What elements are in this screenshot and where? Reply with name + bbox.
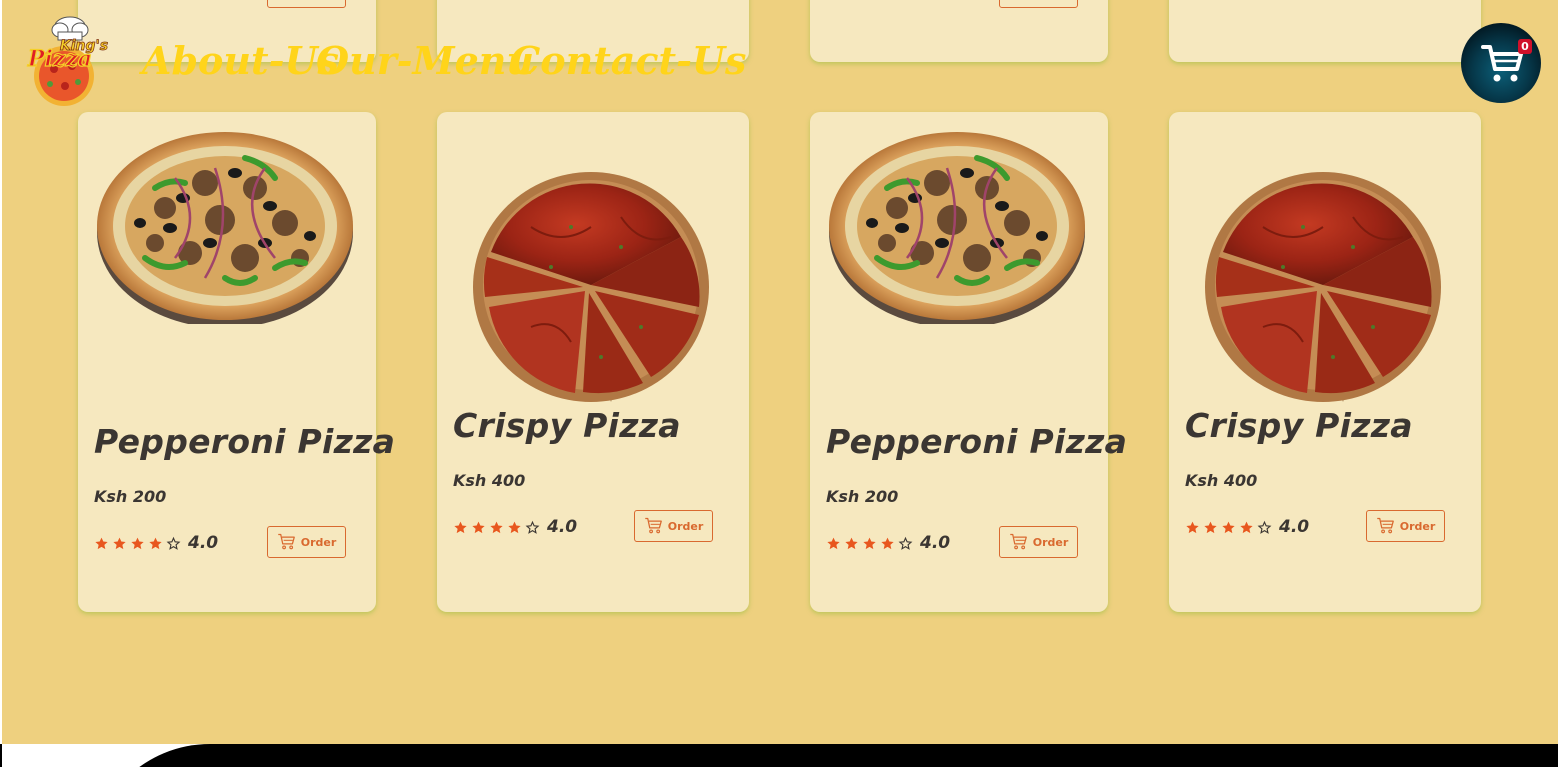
- footer-curve: [2, 744, 490, 767]
- star-filled-icon: [1221, 520, 1236, 535]
- order-button[interactable]: Order: [999, 526, 1078, 558]
- crispy-pizza-image: [471, 156, 711, 408]
- product-card: Pepperoni Pizza Ksh 200 4.0 Order: [810, 112, 1127, 612]
- order-button-label: Order: [1399, 519, 1436, 533]
- star-filled-icon: [148, 536, 163, 551]
- crispy-pizza-image: [1203, 156, 1443, 408]
- pepperoni-pizza-image: [826, 128, 1088, 328]
- star-filled-icon: [826, 536, 841, 551]
- product-card: Pepperoni Pizza Ksh 200 4.0 Order: [78, 112, 395, 612]
- order-button[interactable]: Order: [634, 510, 713, 542]
- star-filled-icon: [94, 536, 109, 551]
- cart-icon: [644, 516, 664, 536]
- nav-link-about-us[interactable]: About-Us: [142, 38, 339, 83]
- star-filled-icon: [844, 536, 859, 551]
- footer: [0, 744, 1558, 767]
- product-price: Ksh 400: [453, 471, 526, 490]
- svg-text:Pizza: Pizza: [27, 46, 92, 72]
- rating-value: 4.0: [188, 533, 219, 553]
- star-filled-icon: [862, 536, 877, 551]
- star-empty-icon: [898, 536, 913, 551]
- star-filled-icon: [1185, 520, 1200, 535]
- product-card-partial: [1169, 0, 1481, 62]
- star-filled-icon: [880, 536, 895, 551]
- product-card: Crispy Pizza Ksh 400 4.0 Order: [1169, 112, 1481, 612]
- cart-button[interactable]: 0: [1461, 23, 1541, 103]
- star-filled-icon: [453, 520, 468, 535]
- star-empty-icon: [166, 536, 181, 551]
- star-filled-icon: [507, 520, 522, 535]
- star-filled-icon: [1203, 520, 1218, 535]
- product-name: Crispy Pizza: [1185, 406, 1413, 445]
- star-filled-icon: [130, 536, 145, 551]
- pepperoni-pizza-image: [94, 128, 356, 328]
- order-button-label: Order: [1032, 535, 1069, 549]
- cart-icon: [1376, 516, 1396, 536]
- product-rating: 4.0: [1185, 517, 1309, 537]
- cart-icon: [1009, 532, 1029, 552]
- rating-value: 4.0: [1279, 517, 1310, 537]
- rating-value: 4.0: [920, 533, 951, 553]
- star-filled-icon: [489, 520, 504, 535]
- rating-value: 4.0: [547, 517, 578, 537]
- product-price: Ksh 200: [94, 487, 167, 506]
- order-button[interactable]: Order: [267, 526, 346, 558]
- cart-count-badge: 0: [1518, 39, 1532, 54]
- product-price: Ksh 400: [1185, 471, 1258, 490]
- order-button-label: Order: [300, 535, 337, 549]
- star-filled-icon: [471, 520, 486, 535]
- star-empty-icon: [525, 520, 540, 535]
- order-button-label: Order: [667, 519, 704, 533]
- star-empty-icon: [1257, 520, 1272, 535]
- shopping-cart-icon: [1481, 45, 1523, 82]
- product-card: Crispy Pizza Ksh 400 4.0 Order: [437, 112, 749, 612]
- product-price: Ksh 200: [826, 487, 899, 506]
- product-rating: 4.0: [453, 517, 577, 537]
- nav-link-contact-us[interactable]: Contact-Us: [510, 38, 746, 83]
- product-card-partial: [810, 0, 1108, 62]
- kings-pizza-logo[interactable]: King's Pizza: [20, 14, 120, 108]
- product-name: Crispy Pizza: [453, 406, 681, 445]
- order-button[interactable]: Order: [1366, 510, 1445, 542]
- product-name: Pepperoni Pizza: [94, 422, 396, 461]
- nav-link-our-menu[interactable]: Our-Menu: [316, 38, 534, 83]
- product-rating: 4.0: [94, 533, 218, 553]
- product-rating: 4.0: [826, 533, 950, 553]
- order-button-partial[interactable]: [999, 0, 1078, 8]
- cart-icon: [277, 532, 297, 552]
- star-filled-icon: [112, 536, 127, 551]
- product-name: Pepperoni Pizza: [826, 422, 1128, 461]
- order-button-partial[interactable]: [267, 0, 346, 8]
- star-filled-icon: [1239, 520, 1254, 535]
